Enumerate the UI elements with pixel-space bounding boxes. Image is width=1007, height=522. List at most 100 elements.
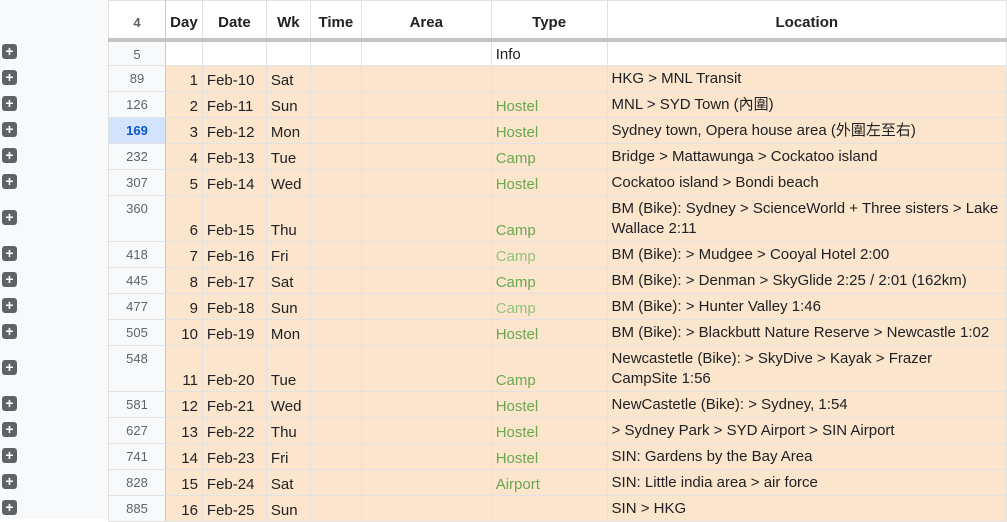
- expand-row-group-icon[interactable]: +: [2, 396, 17, 411]
- cell-wk[interactable]: Mon: [265, 319, 311, 346]
- cell-location[interactable]: Bridge > Mattawunga > Cockatoo island: [606, 143, 1007, 170]
- cell-day[interactable]: 3: [164, 117, 203, 144]
- cell-date[interactable]: Feb-14: [201, 169, 267, 196]
- expand-row-group-icon[interactable]: +: [2, 272, 17, 287]
- cell-area[interactable]: [360, 267, 492, 294]
- expand-row-group-icon[interactable]: +: [2, 360, 17, 375]
- row-number[interactable]: 232: [108, 143, 166, 170]
- cell-day[interactable]: 6: [164, 195, 203, 242]
- expand-row-group-icon[interactable]: +: [2, 122, 17, 137]
- cell-area[interactable]: [360, 319, 492, 346]
- cell-time[interactable]: [309, 391, 362, 418]
- row-number[interactable]: 126: [108, 91, 166, 118]
- cell-type[interactable]: Hostel: [490, 319, 608, 346]
- cell-time[interactable]: [309, 65, 362, 92]
- cell-date[interactable]: Feb-22: [201, 417, 267, 444]
- cell-wk[interactable]: Thu: [265, 195, 311, 242]
- cell-time[interactable]: [309, 443, 362, 470]
- row-number[interactable]: 627: [108, 417, 166, 444]
- cell-wk[interactable]: Tue: [265, 345, 311, 392]
- cell-type[interactable]: Camp: [490, 143, 608, 170]
- cell-day[interactable]: 9: [164, 293, 203, 320]
- cell-area[interactable]: [360, 143, 492, 170]
- cell-time[interactable]: [309, 117, 362, 144]
- cell-area[interactable]: [360, 39, 492, 66]
- cell-location[interactable]: Cockatoo island > Bondi beach: [606, 169, 1007, 196]
- cell-day[interactable]: 7: [164, 241, 203, 268]
- cell-date[interactable]: Feb-21: [201, 391, 267, 418]
- cell-area[interactable]: [360, 293, 492, 320]
- cell-day[interactable]: 1: [164, 65, 203, 92]
- row-number[interactable]: 445: [108, 267, 166, 294]
- cell-day[interactable]: 12: [164, 391, 203, 418]
- expand-row-group-icon[interactable]: +: [2, 44, 17, 59]
- cell-wk[interactable]: Sat: [265, 469, 311, 496]
- cell-type[interactable]: Camp: [490, 267, 608, 294]
- expand-row-group-icon[interactable]: +: [2, 324, 17, 339]
- expand-row-group-icon[interactable]: +: [2, 474, 17, 489]
- header-area[interactable]: Area: [360, 0, 492, 42]
- cell-time[interactable]: [309, 241, 362, 268]
- cell-type[interactable]: Camp: [490, 195, 608, 242]
- cell-area[interactable]: [360, 443, 492, 470]
- cell-time[interactable]: [309, 469, 362, 496]
- cell-wk[interactable]: Wed: [265, 391, 311, 418]
- cell-location[interactable]: MNL > SYD Town (內圍): [606, 91, 1007, 118]
- cell-time[interactable]: [309, 417, 362, 444]
- cell-location[interactable]: BM (Bike): > Blackbutt Nature Reserve > …: [606, 319, 1007, 346]
- cell-time[interactable]: [309, 319, 362, 346]
- cell-date[interactable]: Feb-10: [201, 65, 267, 92]
- cell-wk[interactable]: Sun: [265, 495, 311, 522]
- cell-day[interactable]: 16: [164, 495, 203, 522]
- cell-type[interactable]: [490, 65, 608, 92]
- cell-time[interactable]: [309, 495, 362, 522]
- header-day[interactable]: Day: [164, 0, 203, 42]
- cell-location[interactable]: BM (Bike): > Denman > SkyGlide 2:25 / 2:…: [606, 267, 1007, 294]
- row-number[interactable]: 741: [108, 443, 166, 470]
- cell-area[interactable]: [360, 117, 492, 144]
- cell-area[interactable]: [360, 169, 492, 196]
- cell-day[interactable]: [164, 39, 203, 66]
- row-number[interactable]: 548: [108, 345, 166, 392]
- cell-location[interactable]: > Sydney Park > SYD Airport > SIN Airpor…: [606, 417, 1007, 444]
- row-number[interactable]: 885: [108, 495, 166, 522]
- cell-location[interactable]: SIN: Gardens by the Bay Area: [606, 443, 1007, 470]
- cell-type[interactable]: Hostel: [490, 91, 608, 118]
- row-number[interactable]: 169: [108, 117, 166, 144]
- expand-row-group-icon[interactable]: +: [2, 148, 17, 163]
- cell-wk[interactable]: Wed: [265, 169, 311, 196]
- cell-date[interactable]: Feb-17: [201, 267, 267, 294]
- expand-row-group-icon[interactable]: +: [2, 500, 17, 515]
- cell-area[interactable]: [360, 195, 492, 242]
- cell-time[interactable]: [309, 267, 362, 294]
- cell-location[interactable]: Newcastetle (Bike): > SkyDive > Kayak > …: [606, 345, 1007, 392]
- cell-location[interactable]: BM (Bike): > Mudgee > Cooyal Hotel 2:00: [606, 241, 1007, 268]
- expand-row-group-icon[interactable]: +: [2, 70, 17, 85]
- cell-area[interactable]: [360, 391, 492, 418]
- cell-date[interactable]: Feb-25: [201, 495, 267, 522]
- cell-time[interactable]: [309, 143, 362, 170]
- cell-type[interactable]: Hostel: [490, 417, 608, 444]
- expand-row-group-icon[interactable]: +: [2, 96, 17, 111]
- cell-location[interactable]: NewCastetle (Bike): > Sydney, 1:54: [606, 391, 1007, 418]
- cell-time[interactable]: [309, 293, 362, 320]
- expand-row-group-icon[interactable]: +: [2, 448, 17, 463]
- cell-area[interactable]: [360, 91, 492, 118]
- cell-type[interactable]: Hostel: [490, 117, 608, 144]
- cell-location[interactable]: BM (Bike): > Hunter Valley 1:46: [606, 293, 1007, 320]
- row-number[interactable]: 418: [108, 241, 166, 268]
- cell-time[interactable]: [309, 39, 362, 66]
- cell-date[interactable]: Feb-11: [201, 91, 267, 118]
- header-wk[interactable]: Wk: [265, 0, 311, 42]
- cell-day[interactable]: 10: [164, 319, 203, 346]
- row-number[interactable]: 4: [108, 0, 166, 42]
- header-date[interactable]: Date: [201, 0, 267, 42]
- cell-wk[interactable]: Sat: [265, 267, 311, 294]
- cell-date[interactable]: Feb-20: [201, 345, 267, 392]
- expand-row-group-icon[interactable]: +: [2, 298, 17, 313]
- cell-location[interactable]: SIN > HKG: [606, 495, 1007, 522]
- row-number[interactable]: 360: [108, 195, 166, 242]
- cell-date[interactable]: Feb-18: [201, 293, 267, 320]
- cell-wk[interactable]: [265, 39, 311, 66]
- cell-day[interactable]: 14: [164, 443, 203, 470]
